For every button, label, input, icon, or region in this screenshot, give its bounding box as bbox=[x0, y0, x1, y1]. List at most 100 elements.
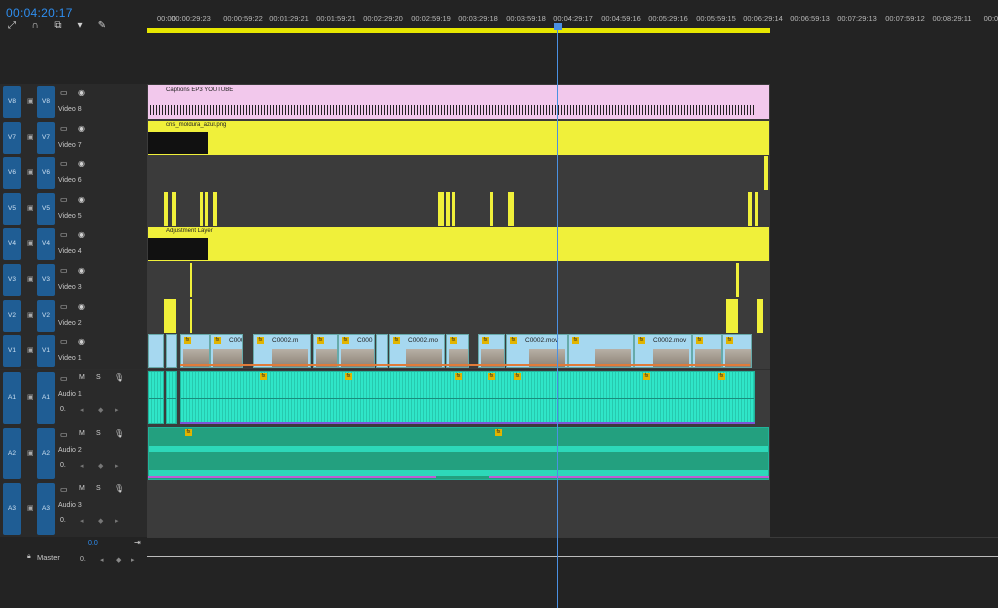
v5-clip[interactable] bbox=[508, 192, 514, 226]
fx-badge[interactable]: fx bbox=[345, 373, 352, 380]
track-target[interactable]: V6 bbox=[37, 157, 55, 189]
next-keyframe-icon[interactable]: ▸ bbox=[115, 517, 119, 525]
prev-keyframe-icon[interactable]: ◂ bbox=[80, 406, 84, 414]
prev-keyframe-icon[interactable]: ◂ bbox=[100, 556, 104, 564]
add-keyframe-icon[interactable]: ◆ bbox=[98, 406, 103, 414]
v5-clip[interactable] bbox=[446, 192, 450, 226]
fx-badge[interactable]: fx bbox=[510, 337, 517, 344]
v5-clip[interactable] bbox=[452, 192, 455, 226]
sync-lock-icon[interactable]: ▭ bbox=[60, 195, 68, 204]
v3-clip[interactable] bbox=[190, 263, 192, 297]
source-patch[interactable]: A1 bbox=[3, 372, 21, 424]
wrench-icon[interactable]: ✎ bbox=[96, 20, 108, 31]
fx-badge[interactable]: fx bbox=[184, 337, 191, 344]
microphone-icon[interactable]: 🎙︎ bbox=[114, 373, 124, 382]
marker-icon[interactable]: ▾ bbox=[74, 20, 86, 31]
source-patch[interactable]: V3 bbox=[3, 264, 21, 296]
fx-badge[interactable]: fx bbox=[726, 337, 733, 344]
v3-clip[interactable] bbox=[736, 263, 739, 297]
playhead-handle[interactable] bbox=[554, 23, 562, 30]
solo-button[interactable]: S bbox=[96, 374, 101, 381]
lock-icon[interactable]: ▣ bbox=[27, 346, 34, 354]
track-lane-v3[interactable] bbox=[147, 262, 770, 299]
lock-icon[interactable]: ▣ bbox=[27, 204, 34, 212]
sync-lock-icon[interactable]: ▭ bbox=[60, 302, 68, 311]
sync-lock-icon[interactable]: ▭ bbox=[60, 88, 68, 97]
fx-badge[interactable]: fx bbox=[185, 429, 192, 436]
fx-badge[interactable]: fx bbox=[260, 373, 267, 380]
track-volume[interactable]: 0. bbox=[60, 517, 66, 524]
sync-lock-icon[interactable]: ▭ bbox=[60, 159, 68, 168]
eye-icon[interactable]: ◉ bbox=[78, 88, 85, 97]
track-lane-v5[interactable] bbox=[147, 191, 770, 228]
video-clip[interactable]: C0002.mo fx bbox=[389, 334, 445, 368]
sync-lock-icon[interactable]: ▭ bbox=[60, 430, 68, 439]
next-keyframe-icon[interactable]: ▸ bbox=[131, 556, 135, 564]
fx-badge[interactable]: fx bbox=[317, 337, 324, 344]
v2-clip[interactable] bbox=[726, 299, 738, 333]
source-patch[interactable]: V1 bbox=[3, 335, 21, 367]
video-clip[interactable]: C000 fx bbox=[338, 334, 375, 368]
v2-clip[interactable] bbox=[190, 299, 192, 333]
video-clip[interactable]: fx bbox=[180, 334, 210, 368]
track-target[interactable]: V1 bbox=[37, 335, 55, 367]
lock-icon[interactable]: ▣ bbox=[27, 97, 34, 105]
track-target[interactable]: V7 bbox=[37, 122, 55, 154]
track-target[interactable]: V4 bbox=[37, 228, 55, 260]
video-clip[interactable]: C000 fx bbox=[210, 334, 243, 368]
video-clip[interactable]: fx bbox=[692, 334, 722, 368]
prev-keyframe-icon[interactable]: ◂ bbox=[80, 517, 84, 525]
next-keyframe-icon[interactable]: ▸ bbox=[115, 406, 119, 414]
timecode-display[interactable]: 00:04:20:17 bbox=[6, 6, 73, 20]
eye-icon[interactable]: ◉ bbox=[78, 124, 85, 133]
fx-badge[interactable]: fx bbox=[718, 373, 725, 380]
v5-clip[interactable] bbox=[164, 192, 168, 226]
lock-icon[interactable]: 🔒︎ bbox=[27, 553, 31, 561]
track-target[interactable]: A3 bbox=[37, 483, 55, 535]
track-target[interactable]: V3 bbox=[37, 264, 55, 296]
fx-badge[interactable]: fx bbox=[455, 373, 462, 380]
video-clip[interactable]: fx bbox=[722, 334, 752, 368]
sync-lock-icon[interactable]: ▭ bbox=[60, 374, 68, 383]
magnet-icon[interactable]: ∩ bbox=[29, 20, 41, 31]
fx-badge[interactable]: fx bbox=[696, 337, 703, 344]
eye-icon[interactable]: ◉ bbox=[78, 302, 85, 311]
moldura-clip[interactable]: cris_moldura_azul.png bbox=[148, 121, 769, 155]
fx-badge[interactable]: fx bbox=[214, 337, 221, 344]
fx-badge[interactable]: fx bbox=[514, 373, 521, 380]
v2-clip[interactable] bbox=[164, 299, 176, 333]
fx-badge[interactable]: fx bbox=[342, 337, 349, 344]
sync-lock-icon[interactable]: ▭ bbox=[60, 337, 68, 346]
mute-button[interactable]: M bbox=[79, 485, 85, 492]
black-segment[interactable] bbox=[148, 238, 208, 260]
video-clip[interactable]: C0002.mov fx bbox=[506, 334, 568, 368]
eye-icon[interactable]: ◉ bbox=[78, 230, 85, 239]
v5-clip[interactable] bbox=[748, 192, 752, 226]
lock-icon[interactable]: ▣ bbox=[27, 449, 34, 457]
mute-button[interactable]: M bbox=[79, 374, 85, 381]
sync-lock-icon[interactable]: ▭ bbox=[60, 266, 68, 275]
track-target[interactable]: V5 bbox=[37, 193, 55, 225]
audio-clip[interactable] bbox=[166, 371, 177, 424]
video-clip[interactable]: C0002.mov fx bbox=[634, 334, 692, 368]
video-clip[interactable] bbox=[376, 334, 388, 368]
solo-button[interactable]: S bbox=[96, 485, 101, 492]
video-clip[interactable]: fx bbox=[478, 334, 505, 368]
lock-icon[interactable]: ▣ bbox=[27, 133, 34, 141]
sync-lock-icon[interactable]: ▭ bbox=[60, 124, 68, 133]
fx-badge[interactable]: fx bbox=[572, 337, 579, 344]
video-clip[interactable]: fx bbox=[568, 334, 634, 368]
eye-icon[interactable]: ◉ bbox=[78, 195, 85, 204]
fx-badge[interactable]: fx bbox=[643, 373, 650, 380]
eye-icon[interactable]: ◉ bbox=[78, 266, 85, 275]
fx-badge[interactable]: fx bbox=[638, 337, 645, 344]
fx-badge[interactable]: fx bbox=[488, 373, 495, 380]
audio-clip[interactable] bbox=[148, 427, 769, 480]
lock-icon[interactable]: ▣ bbox=[27, 239, 34, 247]
track-target[interactable]: V8 bbox=[37, 86, 55, 118]
add-keyframe-icon[interactable]: ◆ bbox=[98, 517, 103, 525]
source-patch[interactable]: V2 bbox=[3, 300, 21, 332]
track-volume[interactable]: 0. bbox=[60, 462, 66, 469]
track-target[interactable]: A1 bbox=[37, 372, 55, 424]
source-patch[interactable]: V5 bbox=[3, 193, 21, 225]
